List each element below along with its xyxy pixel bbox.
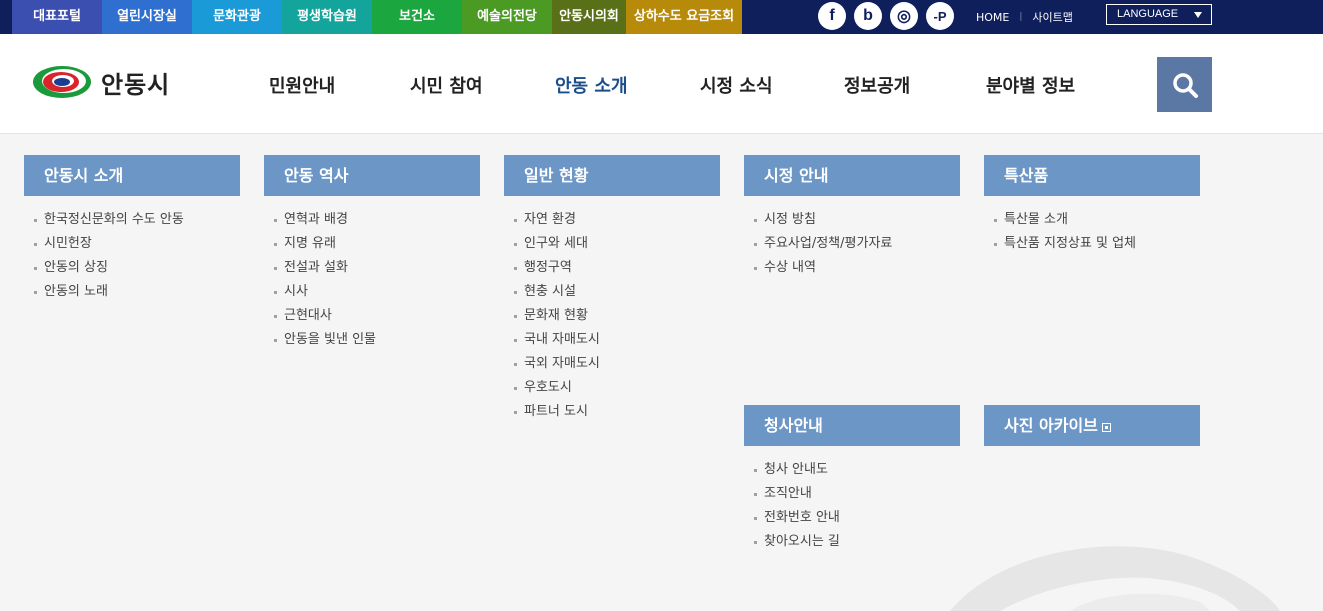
quick-link-tourism[interactable]: 문화관광 [192,0,282,34]
menu-item[interactable]: 전화번호 안내 [754,506,840,530]
nav-field-information[interactable]: 분야별 정보 [986,72,1075,98]
caret-down-icon [1194,12,1202,18]
search-icon [1172,72,1198,98]
quick-links: 대표포털 열린시장실 문화관광 평생학습원 보건소 예술의전당 안동시의회 상하… [12,0,742,34]
facebook-icon[interactable]: f [818,2,846,30]
menu-item[interactable]: 안동의 상징 [34,256,184,280]
menu-item[interactable]: 찾아오시는 길 [754,530,840,554]
menu-item[interactable]: 근현대사 [274,304,376,328]
sitemap-link[interactable]: 사이트맵 [1032,9,1072,25]
menu-item[interactable]: 수상 내역 [754,256,892,280]
menu-list-specialties: 특산물 소개 특산품 지정상표 및 업체 [994,208,1136,256]
menu-title-general-status[interactable]: 일반 현황 [504,155,720,196]
andong-emblem-icon [33,66,91,98]
menu-title-city-hall[interactable]: 청사안내 [744,405,960,446]
quick-link-portal[interactable]: 대표포털 [12,0,102,34]
menu-item[interactable]: 연혁과 배경 [274,208,376,232]
menu-item[interactable]: 자연 환경 [514,208,600,232]
menu-item[interactable]: 시사 [274,280,376,304]
menu-item[interactable]: 청사 안내도 [754,458,840,482]
menu-list-city-guide: 시정 방침 주요사업/정책/평가자료 수상 내역 [754,208,892,280]
menu-item[interactable]: 한국정신문화의 수도 안동 [34,208,184,232]
post-icon[interactable]: -P [926,2,954,30]
menu-item[interactable]: 파트너 도시 [514,400,600,424]
main-header: 안동시 민원안내 시민 참여 안동 소개 시정 소식 정보공개 분야별 정보 [0,34,1323,134]
language-label: LANGUAGE [1117,8,1179,20]
nav-about-andong[interactable]: 안동 소개 [555,72,628,98]
instagram-icon[interactable]: ◎ [890,2,918,30]
new-window-icon [1101,423,1111,432]
logo-text: 안동시 [101,70,171,99]
menu-item[interactable]: 현충 시설 [514,280,600,304]
language-select[interactable]: LANGUAGE [1106,4,1212,25]
menu-title-history[interactable]: 안동 역사 [264,155,480,196]
menu-list-history: 연혁과 배경 지명 유래 전설과 설화 시사 근현대사 안동을 빛낸 인물 [274,208,376,352]
menu-item[interactable]: 시정 방침 [754,208,892,232]
nav-civil-service[interactable]: 민원안내 [269,72,335,98]
quick-link-learning[interactable]: 평생학습원 [282,0,372,34]
blog-icon[interactable]: b [854,2,882,30]
menu-item[interactable]: 시민헌장 [34,232,184,256]
nav-citizen-participation[interactable]: 시민 참여 [410,72,483,98]
separator: | [1019,12,1023,22]
menu-title-specialties[interactable]: 특산품 [984,155,1200,196]
menu-item[interactable]: 국내 자매도시 [514,328,600,352]
menu-item[interactable]: 조직안내 [754,482,840,506]
menu-item[interactable]: 문화재 현황 [514,304,600,328]
menu-item[interactable]: 주요사업/정책/평가자료 [754,232,892,256]
photo-archive-label: 사진 아카이브 [1004,416,1098,435]
nav-city-news[interactable]: 시정 소식 [700,72,773,98]
menu-item[interactable]: 인구와 세대 [514,232,600,256]
menu-title-city-guide[interactable]: 시정 안내 [744,155,960,196]
menu-list-city-hall: 청사 안내도 조직안내 전화번호 안내 찾아오시는 길 [754,458,840,554]
menu-list-about: 한국정신문화의 수도 안동 시민헌장 안동의 상징 안동의 노래 [34,208,184,304]
menu-item[interactable]: 행정구역 [514,256,600,280]
menu-title-about[interactable]: 안동시 소개 [24,155,240,196]
menu-title-photo-archive[interactable]: 사진 아카이브 [984,405,1200,446]
menu-item[interactable]: 전설과 설화 [274,256,376,280]
site-logo[interactable]: 안동시 [31,64,170,100]
menu-item[interactable]: 우호도시 [514,376,600,400]
quick-link-water-bill[interactable]: 상하수도 요금조회 [626,0,742,34]
social-links: f b ◎ -P [818,2,954,30]
utility-links: HOME | 사이트맵 [976,0,1073,34]
top-utility-bar: 대표포털 열린시장실 문화관광 평생학습원 보건소 예술의전당 안동시의회 상하… [0,0,1323,34]
quick-link-arts[interactable]: 예술의전당 [462,0,552,34]
quick-link-council[interactable]: 안동시의회 [552,0,626,34]
quick-link-health[interactable]: 보건소 [372,0,462,34]
search-button[interactable] [1157,57,1212,112]
quick-link-mayor[interactable]: 열린시장실 [102,0,192,34]
emblem-watermark-icon [950,546,1280,611]
menu-item[interactable]: 특산품 지정상표 및 업체 [994,232,1136,256]
home-link[interactable]: HOME [976,11,1009,24]
nav-information-disclosure[interactable]: 정보공개 [844,72,910,98]
menu-list-general-status: 자연 환경 인구와 세대 행정구역 현충 시설 문화재 현황 국내 자매도시 국… [514,208,600,424]
menu-item[interactable]: 국외 자매도시 [514,352,600,376]
menu-item[interactable]: 특산물 소개 [994,208,1136,232]
menu-item[interactable]: 지명 유래 [274,232,376,256]
menu-item[interactable]: 안동을 빛낸 인물 [274,328,376,352]
menu-item[interactable]: 안동의 노래 [34,280,184,304]
